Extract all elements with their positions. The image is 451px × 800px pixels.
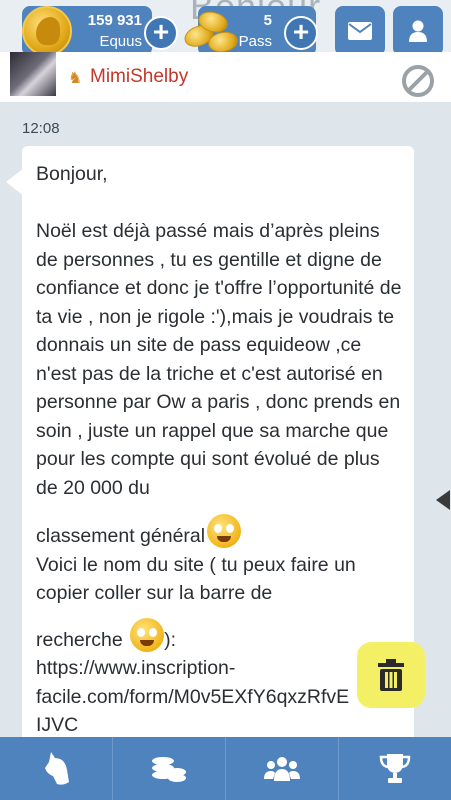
equus-label: Equus — [99, 33, 142, 50]
community-icon — [264, 756, 300, 781]
message-url-1[interactable]: https://www.inscription- — [36, 657, 235, 679]
nav-horse[interactable] — [0, 737, 113, 800]
trophy-icon — [379, 753, 411, 783]
bottom-nav — [0, 737, 451, 800]
sender-name[interactable]: MimiShelby — [90, 66, 188, 88]
profile-icon — [409, 20, 427, 42]
equus-coin-icon — [22, 6, 72, 56]
sender-row: ♞ MimiShelby — [0, 52, 451, 102]
nav-trophy[interactable] — [339, 737, 451, 800]
message-recherche: recherche — [36, 628, 123, 651]
profile-button[interactable] — [393, 6, 443, 56]
message-text: Bonjour, Noël est déjà passé mais d’aprè… — [36, 160, 406, 740]
message-voici: Voici le nom du site ( tu peux faire un … — [36, 553, 356, 605]
message-url-2[interactable]: facile.com/form/M0v5EXfY6qxzRfvE — [36, 686, 349, 708]
side-arrow-icon[interactable] — [436, 490, 450, 510]
mail-button[interactable] — [335, 6, 385, 56]
pass-value: 5 — [263, 12, 272, 29]
horse-icon: ♞ — [68, 70, 83, 87]
message-time: 12:08 — [22, 120, 60, 137]
pass-coins-icon — [181, 8, 244, 58]
add-pass-button[interactable]: + — [284, 16, 318, 50]
message-classement: classement général — [36, 525, 206, 547]
equus-value: 159 931 — [87, 12, 142, 29]
add-equus-button[interactable]: + — [144, 16, 178, 50]
message-recherche-end: ): — [164, 628, 177, 651]
mail-icon — [348, 22, 372, 40]
coins-icon — [152, 756, 186, 782]
message-paragraph: Noël est déjà passé mais d’après pleins … — [36, 220, 402, 499]
horse-head-icon — [45, 751, 69, 785]
smiley-emoji-icon — [207, 514, 242, 548]
message-url-3[interactable]: IJVC — [36, 714, 78, 736]
nav-community[interactable] — [226, 737, 339, 800]
avatar[interactable] — [10, 52, 56, 96]
message-greeting: Bonjour, — [36, 163, 108, 185]
delete-message-button[interactable] — [357, 642, 425, 708]
smiley-emoji-icon — [130, 617, 165, 652]
block-icon[interactable] — [401, 64, 435, 98]
trash-icon — [378, 659, 404, 691]
nav-coins[interactable] — [113, 737, 226, 800]
